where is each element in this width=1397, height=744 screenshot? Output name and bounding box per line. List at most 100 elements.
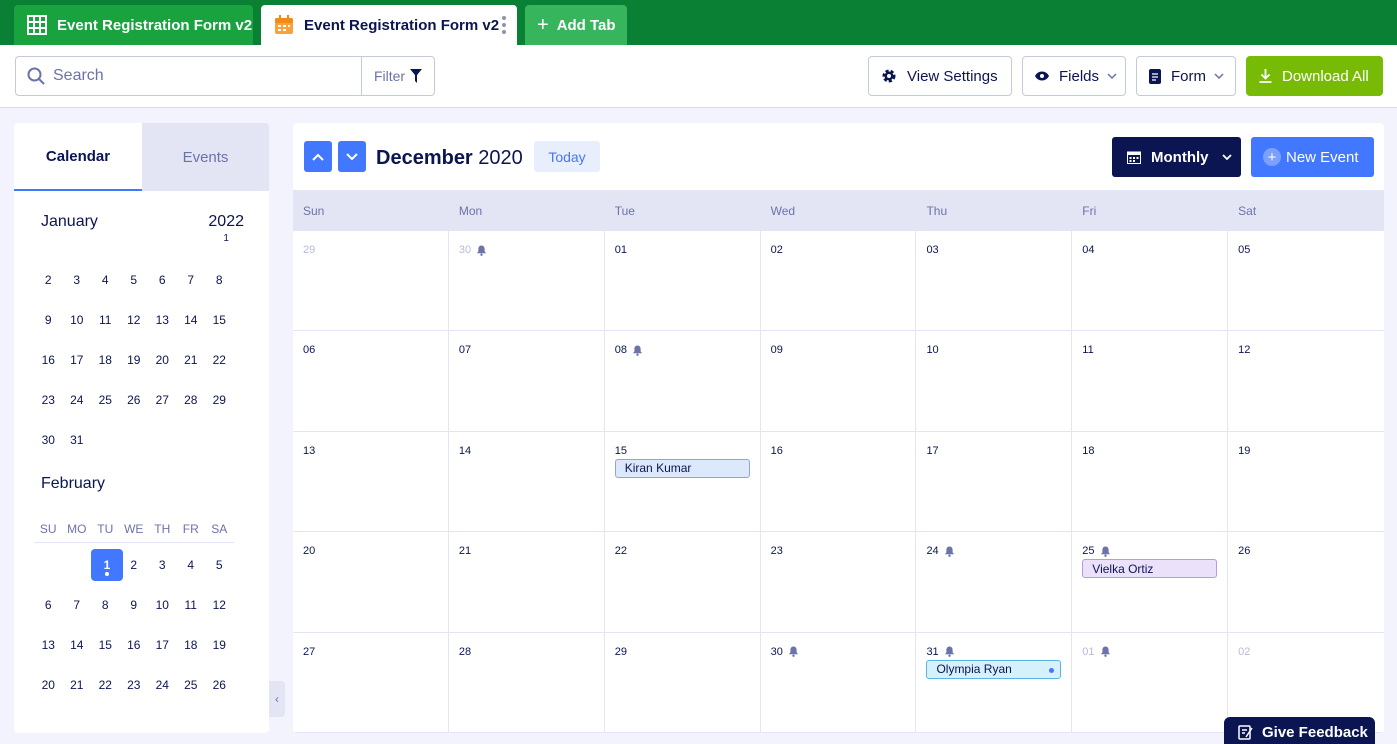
mini-day[interactable]: 23 bbox=[120, 678, 149, 692]
mini-day[interactable]: 21 bbox=[63, 678, 92, 692]
event-chip[interactable]: Vielka Ortiz bbox=[1082, 559, 1218, 579]
day-cell[interactable]: 03 bbox=[916, 231, 1073, 331]
mini-day[interactable]: 2 bbox=[120, 558, 149, 572]
day-cell[interactable]: 23 bbox=[761, 532, 917, 632]
tab-calendar[interactable]: Calendar bbox=[14, 123, 142, 191]
day-cell[interactable]: 13 bbox=[293, 431, 449, 532]
day-cell[interactable]: 05 bbox=[1228, 231, 1384, 330]
day-cell[interactable]: 19 bbox=[1228, 432, 1384, 531]
mini-day[interactable]: 31 bbox=[63, 433, 92, 447]
mini-day[interactable]: 25 bbox=[91, 393, 120, 407]
mini-day[interactable]: 3 bbox=[63, 273, 92, 287]
view-mode-dropdown[interactable]: Monthly bbox=[1112, 137, 1241, 177]
day-cell[interactable]: 04 bbox=[1072, 231, 1229, 331]
give-feedback-button[interactable]: Give Feedback bbox=[1224, 717, 1375, 744]
mini-day[interactable]: 19 bbox=[120, 353, 149, 367]
mini-day[interactable]: 12 bbox=[120, 313, 149, 327]
day-cell[interactable]: 21 bbox=[449, 532, 605, 632]
day-cell[interactable]: 01 bbox=[1072, 632, 1229, 732]
mini-day[interactable]: 12 bbox=[205, 598, 234, 612]
today-button[interactable]: Today bbox=[534, 141, 600, 172]
mini-day[interactable]: 9 bbox=[120, 598, 149, 612]
mini-day[interactable]: 7 bbox=[63, 598, 92, 612]
day-cell[interactable]: 09 bbox=[761, 331, 917, 431]
day-cell[interactable]: 26 bbox=[1228, 532, 1384, 631]
day-cell[interactable]: 17 bbox=[916, 431, 1073, 532]
day-cell[interactable]: 01 bbox=[605, 231, 761, 331]
mini-day[interactable]: 13 bbox=[34, 638, 63, 652]
tab-events[interactable]: Events bbox=[142, 123, 269, 191]
day-cell[interactable]: 25 Vielka Ortiz bbox=[1072, 532, 1229, 632]
mini-day[interactable]: 14 bbox=[177, 313, 206, 327]
mini-day[interactable]: 28 bbox=[177, 393, 206, 407]
day-cell[interactable]: 06 bbox=[293, 331, 449, 431]
mini-day[interactable]: 22 bbox=[205, 353, 234, 367]
mini-day[interactable]: 2 bbox=[34, 273, 63, 287]
add-tab-button[interactable]: + Add Tab bbox=[525, 5, 627, 45]
day-cell[interactable]: 18 bbox=[1072, 431, 1229, 532]
mini-day[interactable]: 23 bbox=[34, 393, 63, 407]
mini-day[interactable]: 5 bbox=[205, 558, 234, 572]
mini-day[interactable]: 6 bbox=[148, 273, 177, 287]
event-chip[interactable]: Kiran Kumar bbox=[614, 458, 750, 478]
day-cell[interactable]: 31 Olympia Ryan bbox=[916, 632, 1073, 732]
day-cell[interactable]: 29 bbox=[293, 231, 449, 331]
day-cell[interactable]: 30 bbox=[761, 632, 917, 732]
new-event-button[interactable]: + New Event bbox=[1251, 137, 1374, 177]
mini-day[interactable]: 6 bbox=[34, 598, 63, 612]
day-cell[interactable]: 10 bbox=[916, 331, 1073, 431]
mini-day[interactable]: 26 bbox=[120, 393, 149, 407]
mini-day[interactable]: 14 bbox=[63, 638, 92, 652]
mini-day[interactable]: 24 bbox=[63, 393, 92, 407]
mini-day[interactable]: 5 bbox=[120, 273, 149, 287]
event-chip[interactable]: Olympia Ryan bbox=[926, 659, 1062, 679]
day-cell[interactable]: 12 bbox=[1228, 331, 1384, 430]
mini-day[interactable]: 26 bbox=[205, 678, 234, 692]
mini-day[interactable]: 17 bbox=[63, 353, 92, 367]
day-cell[interactable]: 28 bbox=[449, 632, 605, 732]
view-settings-button[interactable]: View Settings bbox=[868, 56, 1012, 96]
day-cell[interactable]: 14 bbox=[449, 431, 605, 532]
mini-day[interactable]: 16 bbox=[120, 638, 149, 652]
mini-day[interactable]: 3 bbox=[148, 558, 177, 572]
mini-day[interactable]: 30 bbox=[34, 433, 63, 447]
day-cell[interactable]: 22 bbox=[605, 532, 761, 632]
mini-day[interactable]: 22 bbox=[91, 678, 120, 692]
mini-day[interactable]: 8 bbox=[91, 598, 120, 612]
next-month-button[interactable] bbox=[338, 141, 366, 172]
day-cell[interactable]: 27 bbox=[293, 632, 449, 732]
day-cell[interactable]: 11 bbox=[1072, 331, 1229, 431]
form-button[interactable]: Form bbox=[1136, 56, 1236, 96]
day-cell[interactable]: 24 bbox=[916, 532, 1073, 632]
search-input[interactable] bbox=[53, 67, 353, 85]
day-cell[interactable]: 16 bbox=[761, 431, 917, 532]
day-cell[interactable]: 02 bbox=[761, 231, 917, 331]
mini-day[interactable]: 7 bbox=[177, 273, 206, 287]
mini-day[interactable]: 10 bbox=[63, 313, 92, 327]
day-cell[interactable]: 08 bbox=[605, 331, 761, 431]
fields-button[interactable]: Fields bbox=[1022, 56, 1126, 96]
mini-day[interactable]: 19 bbox=[205, 638, 234, 652]
day-cell[interactable]: 29 bbox=[605, 632, 761, 732]
mini-day[interactable]: 4 bbox=[91, 273, 120, 287]
mini-day[interactable]: 15 bbox=[205, 313, 234, 327]
tab-calendar-view[interactable]: Event Registration Form v2 bbox=[261, 5, 517, 45]
day-cell[interactable]: 30 bbox=[449, 231, 605, 331]
mini-day[interactable]: 16 bbox=[34, 353, 63, 367]
collapse-sidebar-button[interactable]: ‹ bbox=[269, 681, 285, 717]
mini-day[interactable]: 29 bbox=[205, 393, 234, 407]
mini-day[interactable]: 18 bbox=[91, 353, 120, 367]
download-all-button[interactable]: Download All bbox=[1246, 56, 1383, 96]
mini-day[interactable]: 8 bbox=[205, 273, 234, 287]
mini-day[interactable]: 27 bbox=[148, 393, 177, 407]
mini-day[interactable]: 15 bbox=[91, 638, 120, 652]
mini-day[interactable]: 11 bbox=[177, 598, 206, 612]
day-cell[interactable]: 20 bbox=[293, 532, 449, 632]
filter-button[interactable]: Filter bbox=[361, 57, 434, 95]
day-cell[interactable]: 07 bbox=[449, 331, 605, 431]
previous-month-button[interactable] bbox=[304, 141, 332, 172]
more-options-icon[interactable] bbox=[502, 16, 506, 37]
tab-table-view[interactable]: Event Registration Form v2 bbox=[14, 5, 253, 45]
day-cell[interactable]: 15 Kiran Kumar bbox=[605, 431, 761, 532]
mini-day[interactable]: 1 bbox=[91, 549, 123, 581]
